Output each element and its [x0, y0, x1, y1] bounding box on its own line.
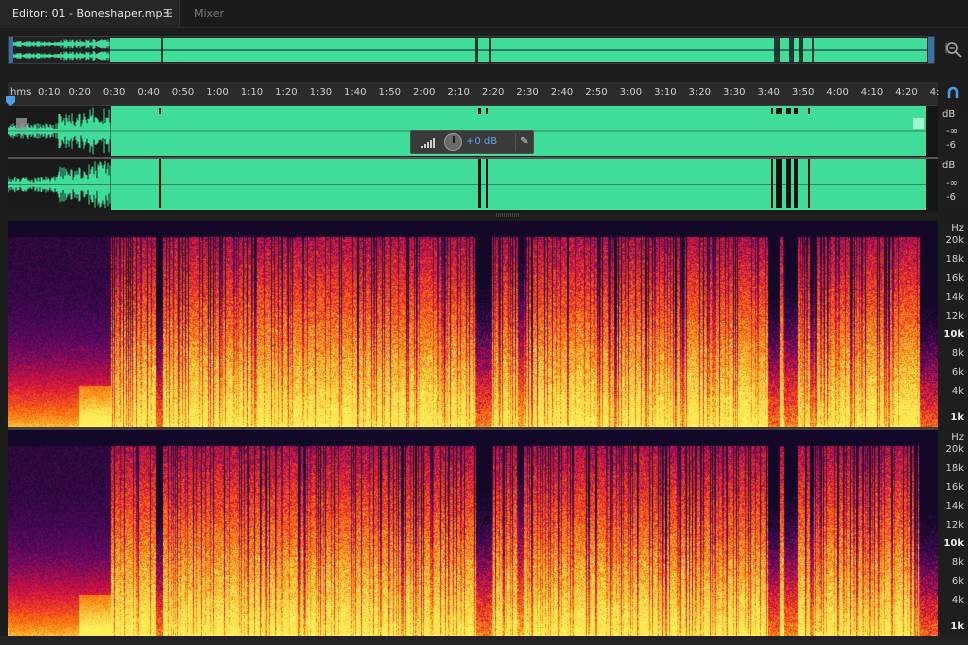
hz-tick-label: 4k [951, 386, 964, 397]
overview-waveform [9, 37, 934, 63]
snap-magnet-icon[interactable] [946, 86, 960, 100]
ruler-tick-label: 4:10 [860, 87, 884, 98]
ruler-tick-label: 2:00 [412, 87, 436, 98]
spectrogram-right [8, 430, 938, 636]
tab-mixer[interactable]: Mixer [182, 0, 252, 28]
ruler-tick-label: 1:20 [275, 87, 298, 98]
overview-navigator[interactable] [8, 36, 935, 64]
gain-value[interactable]: +0 dB [466, 136, 497, 147]
ruler-tick-label: 2:20 [481, 87, 505, 98]
ruler-tick-label: 0:10 [38, 87, 61, 98]
ruler-tick-label: 1:50 [378, 87, 401, 98]
hz-tick-label: 10k [943, 329, 964, 340]
ruler-tick-label: 0:40 [137, 87, 160, 98]
waveform-display[interactable] [7, 106, 938, 212]
ruler-tick-label: 2:50 [585, 87, 608, 98]
ruler-tick-label: 3:20 [688, 87, 712, 98]
ruler-tick-label: 1:40 [344, 87, 367, 98]
hz-tick-label: 1k [950, 621, 964, 632]
hz-tick-label: 1k [950, 412, 964, 423]
hz-tick-label: 12k [945, 520, 964, 531]
db-scale: dB -∞ -6 dB -∞ -6 [938, 106, 968, 212]
spectral-display-left[interactable] [8, 221, 938, 427]
ruler-tick-label: 4:00 [826, 87, 849, 98]
zoom-out-icon[interactable] [944, 40, 964, 60]
resize-grip[interactable] [496, 213, 520, 217]
hz-scale-right: Hz 20k 18k 16k 14k 12k 10k 8k 6k 4k 1k [938, 430, 968, 636]
ruler-tick-label: 3:50 [791, 87, 815, 98]
db-unit-left: dB [942, 109, 956, 120]
ruler-tick-label: 1:00 [206, 87, 229, 98]
db-label-6-left: -6 [946, 140, 956, 151]
hz-tick-label: 20k [945, 235, 964, 246]
db-label-6-right: -6 [946, 192, 956, 203]
hz-unit-label: Hz [951, 223, 964, 234]
hz-tick-label: 18k [945, 254, 964, 265]
tab-editor[interactable]: Editor: 01 - Boneshaper.mp3 ☰ [0, 0, 180, 28]
db-unit-right: dB [942, 160, 956, 171]
hz-tick-label: 14k [945, 292, 964, 303]
tab-bar: Editor: 01 - Boneshaper.mp3 ☰ Mixer [0, 0, 968, 28]
db-label-inf-right: -∞ [946, 178, 958, 189]
channel-divider [8, 157, 938, 159]
ruler-tick-label: 3:30 [723, 87, 746, 98]
ruler-tick-label: 2:30 [516, 87, 539, 98]
ruler-tick-label: 3:40 [757, 87, 780, 98]
hz-tick-label: 20k [945, 444, 964, 455]
hz-tick-label: 6k [951, 576, 964, 587]
waveform-channels [7, 106, 938, 212]
hz-scale-left: Hz 20k 18k 16k 14k 12k 10k 8k 6k 4k 1k [938, 221, 968, 427]
spectrogram-left [8, 221, 938, 427]
hz-unit-label: Hz [951, 432, 964, 443]
ruler-tick-label: 2:10 [447, 87, 470, 98]
ruler-tick-label: 3:10 [654, 87, 677, 98]
ruler-tick-label: 0:20 [68, 87, 91, 98]
hz-tick-label: 6k [951, 367, 964, 378]
time-ruler[interactable]: hms 0:10 0:20 0:30 0:40 0:50 1:00 1:10 1:20 1:30… [8, 82, 940, 106]
hz-tick-label: 8k [951, 557, 964, 568]
bottom-scroll-strip[interactable] [0, 636, 968, 645]
hz-tick-label: 18k [945, 463, 964, 474]
tab-editor-label: Editor: 01 - Boneshaper.mp3 [12, 7, 170, 20]
audio-editor: Editor: 01 - Boneshaper.mp3 ☰ Mixer hms … [0, 0, 968, 645]
hz-tick-label: 16k [945, 482, 964, 493]
ruler-tick-label: 1:30 [309, 87, 333, 98]
ruler-tick-label: 0:30 [102, 87, 126, 98]
gain-knob[interactable] [444, 133, 462, 151]
ruler-tick-label: 3:00 [619, 87, 643, 98]
ruler-tick-label: 4: [929, 87, 940, 98]
playhead-marker[interactable] [6, 96, 15, 106]
ruler-tick-label: 0:50 [171, 87, 195, 98]
volume-bars-icon [421, 138, 435, 148]
ruler-tick-label: 4:20 [895, 87, 918, 98]
ruler-tick-label: 2:40 [550, 87, 574, 98]
ruler-tick-label: 1:10 [240, 87, 264, 98]
hz-tick-label: 4k [951, 595, 964, 606]
hz-tick-label: 14k [945, 501, 964, 512]
panel-menu-icon[interactable]: ☰ [163, 0, 173, 28]
spectral-display-right[interactable] [8, 430, 938, 636]
hz-tick-label: 16k [945, 273, 964, 284]
hz-tick-label: 12k [945, 311, 964, 322]
tab-mixer-label: Mixer [194, 7, 225, 20]
hz-tick-label: 8k [951, 348, 964, 359]
volume-hud[interactable]: +0 dB ✎ [410, 130, 534, 154]
db-label-inf-left: -∞ [946, 126, 958, 137]
pin-icon[interactable]: ✎ [515, 133, 533, 151]
hz-tick-label: 10k [943, 538, 964, 549]
